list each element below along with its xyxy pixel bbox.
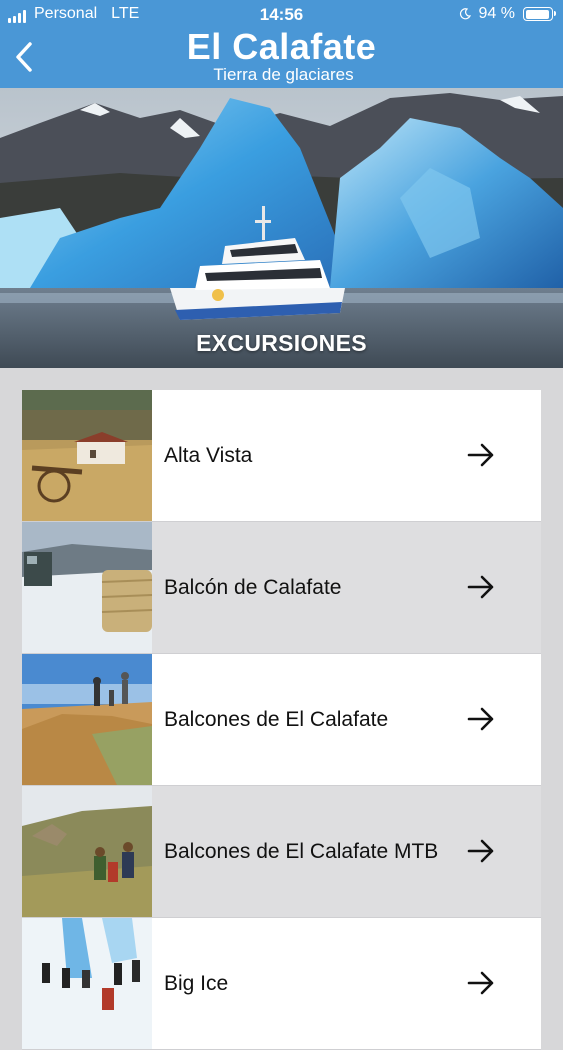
- thumbnail-image: [22, 654, 152, 785]
- hero-image: [0, 88, 563, 368]
- app-title: El Calafate: [186, 26, 377, 67]
- thumbnail-image: [22, 390, 152, 521]
- thumbnail-image: [22, 918, 152, 1049]
- app-subtitle: Tierra de glaciares: [213, 65, 354, 84]
- arrow-right-icon: [467, 443, 494, 467]
- hero-label: EXCURSIONES: [196, 330, 367, 356]
- status-right: 94 %: [459, 5, 556, 23]
- thumbnail-image: [22, 786, 152, 917]
- list-item[interactable]: Balcón de Calafate: [22, 522, 541, 654]
- battery-percent: 94 %: [478, 5, 515, 22]
- item-label: Balcones de El Calafate: [164, 708, 389, 731]
- arrow-right-icon: [467, 707, 494, 731]
- thumbnail-image: [22, 522, 152, 653]
- excursion-list: Alta Vista Balcón de Calafate Balcones d…: [22, 390, 541, 1050]
- list-item[interactable]: Big Ice: [22, 918, 541, 1050]
- item-label: Alta Vista: [164, 444, 253, 467]
- arrow-right-icon: [467, 575, 494, 599]
- battery-icon: [523, 7, 556, 21]
- arrow-right-icon: [467, 971, 494, 995]
- item-label: Balcón de Calafate: [164, 576, 342, 599]
- nav-bar: El Calafate Tierra de glaciares: [0, 26, 563, 88]
- list-item[interactable]: Balcones de El Calafate: [22, 654, 541, 786]
- list-item[interactable]: Balcones de El Calafate MTB: [22, 786, 541, 918]
- item-label: Balcones de El Calafate MTB: [164, 840, 439, 863]
- arrow-right-icon: [467, 839, 494, 863]
- hero-banner[interactable]: EXCURSIONES: [0, 88, 563, 368]
- list-item[interactable]: Alta Vista: [22, 390, 541, 522]
- moon-icon: [459, 8, 471, 20]
- item-label: Big Ice: [164, 972, 229, 995]
